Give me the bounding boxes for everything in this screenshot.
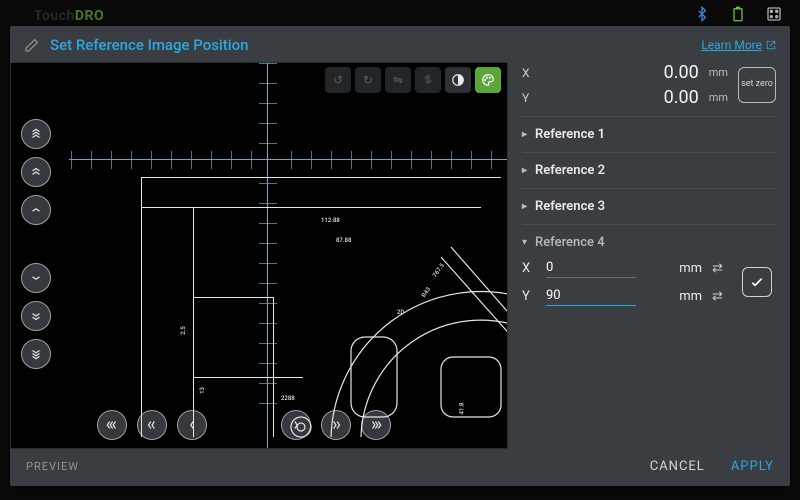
readout-y-label: Y: [522, 91, 536, 105]
readout-x-unit: mm: [709, 66, 728, 79]
preview-label: PREVIEW: [26, 460, 79, 473]
ref4-y-label: Y: [522, 289, 536, 304]
rotate-cw-button[interactable]: ↻: [355, 67, 381, 93]
reference-4-row[interactable]: ▾Reference 4 X mm ⇄ Y mm ⇄: [522, 224, 776, 316]
reference-1-row[interactable]: ▸Reference 1: [522, 116, 776, 152]
ref4-y-input[interactable]: [546, 286, 636, 306]
chevron-right-icon: ▸: [522, 201, 527, 212]
reference-position-dialog: Set Reference Image Position Learn More …: [10, 26, 790, 486]
chevron-right-icon: ▸: [522, 165, 527, 176]
ruler-ticks-h: [71, 151, 507, 171]
bluetooth-icon: [694, 6, 710, 22]
nudge-down-fast3-button[interactable]: [21, 339, 51, 369]
dialog-title: Set Reference Image Position: [50, 36, 249, 54]
reference-image-drawing: 112.88 87.88 2.5 13 2288 41.8 2D 767.5 R…: [141, 177, 507, 448]
palette-button[interactable]: [475, 67, 501, 93]
apply-button[interactable]: APPLY: [731, 459, 774, 474]
readout-y-value: 0.00: [546, 87, 699, 108]
reference-2-row[interactable]: ▸Reference 2: [522, 152, 776, 188]
app-logo: TouchDRO: [34, 8, 104, 24]
nudge-down-fast2-button[interactable]: [21, 301, 51, 331]
chevron-right-icon: ▸: [522, 129, 527, 140]
reference-3-row[interactable]: ▸Reference 3: [522, 188, 776, 224]
edit-icon: [24, 37, 40, 53]
cancel-button[interactable]: CANCEL: [650, 459, 705, 474]
preview-canvas[interactable]: ↺ ↻ ⇋ ⥮: [10, 62, 508, 449]
readout-x-value: 0.00: [546, 62, 699, 83]
learn-more-link[interactable]: Learn More: [701, 38, 776, 52]
contrast-button[interactable]: [445, 67, 471, 93]
ref4-confirm-button[interactable]: [742, 267, 772, 297]
rotate-ccw-button[interactable]: ↺: [325, 67, 351, 93]
readout-y-unit: mm: [709, 91, 728, 104]
battery-icon: [730, 6, 746, 22]
flip-horizontal-button[interactable]: ⇋: [385, 67, 411, 93]
swap-icon[interactable]: ⇄: [712, 261, 732, 276]
set-zero-button[interactable]: set zero: [738, 67, 776, 103]
chevron-down-icon: ▾: [522, 237, 527, 248]
nudge-up-fast2-button[interactable]: [21, 157, 51, 187]
flip-vertical-button[interactable]: ⥮: [415, 67, 441, 93]
nudge-left-fast3-button[interactable]: [97, 410, 127, 440]
swap-icon[interactable]: ⇄: [712, 289, 732, 304]
nudge-up-fast3-button[interactable]: [21, 119, 51, 149]
dice-icon: [766, 6, 782, 22]
ref4-y-unit: mm: [679, 289, 702, 304]
ref4-x-input[interactable]: [546, 258, 636, 278]
ref4-x-unit: mm: [679, 261, 702, 276]
nudge-down-button[interactable]: [21, 263, 51, 293]
nudge-up-button[interactable]: [21, 195, 51, 225]
readout-x-label: X: [522, 66, 536, 80]
ref4-x-label: X: [522, 261, 536, 276]
